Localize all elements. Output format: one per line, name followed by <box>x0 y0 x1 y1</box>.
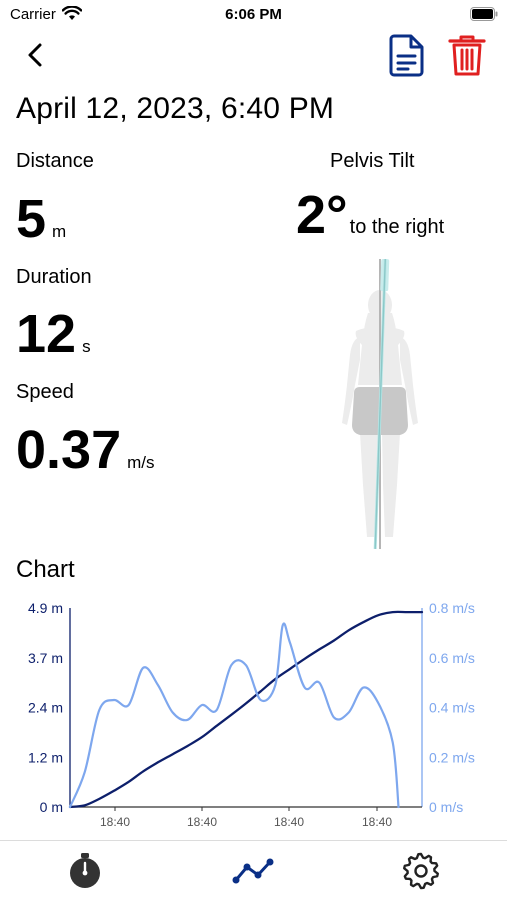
gear-icon <box>403 852 439 890</box>
right-tick-label: 0.8 m/s <box>429 600 475 616</box>
pelvis-tilt-degrees: 2° <box>296 185 348 245</box>
left-tick-label: 4.9 m <box>28 600 63 616</box>
distance-value: 5m <box>16 192 66 246</box>
distance-label: Distance <box>16 150 94 172</box>
pelvis-tilt-label: Pelvis Tilt <box>330 150 415 172</box>
status-bar: Carrier 6:06 PM <box>0 0 507 30</box>
tab-bar <box>0 840 507 900</box>
duration-unit: s <box>82 337 91 356</box>
stopwatch-icon <box>70 853 100 888</box>
right-tick-label: 0.4 m/s <box>429 700 475 716</box>
chevron-left-icon <box>28 43 42 67</box>
speed-label: Speed <box>16 381 74 403</box>
duration-label: Duration <box>16 266 92 288</box>
duration-number: 12 <box>16 304 77 364</box>
gear-hub <box>414 864 428 878</box>
distance-number: 5 <box>16 189 47 249</box>
page-title: April 12, 2023, 6:40 PM <box>16 92 335 125</box>
back-button[interactable] <box>18 38 54 72</box>
document-icon <box>389 34 424 77</box>
tab-settings[interactable] <box>399 851 443 891</box>
gear-outline <box>403 852 439 890</box>
left-tick-label: 0 m <box>40 799 63 815</box>
speed-series-line <box>68 622 400 809</box>
body-silhouette-figure <box>342 259 418 549</box>
chart-line-icon <box>232 858 274 884</box>
distance-unit: m <box>52 222 67 241</box>
x-tick-label: 18:40 <box>362 815 392 829</box>
delete-button[interactable] <box>446 32 488 78</box>
left-tick-label: 1.2 m <box>28 749 63 765</box>
x-tick-label: 18:40 <box>274 815 304 829</box>
distance-series-line <box>68 610 424 809</box>
left-tick-label: 3.7 m <box>28 650 63 666</box>
x-tick-label: 18:40 <box>187 815 217 829</box>
speed-number: 0.37 <box>16 420 122 480</box>
pelvis-tilt-direction: to the right <box>349 216 445 238</box>
tab-stopwatch[interactable] <box>63 851 107 891</box>
right-tick-label: 0.6 m/s <box>429 650 475 666</box>
right-tick-label: 0 m/s <box>429 799 463 815</box>
x-tick-label: 18:40 <box>100 815 130 829</box>
status-time: 6:06 PM <box>225 6 282 23</box>
tab-chart[interactable] <box>231 851 275 891</box>
pelvis-tilt-value: 2° to the right <box>296 188 444 242</box>
distance-speed-chart: 0 m 1.2 m 2.4 m 3.7 m 4.9 m 0 m/s 0.2 m/s 0.4 … <box>28 600 475 829</box>
report-button[interactable] <box>386 32 428 78</box>
left-tick-label: 2.4 m <box>28 700 63 716</box>
speed-value: 0.37 m/s <box>16 423 155 477</box>
duration-value: 12 s <box>16 307 91 361</box>
chart-section-title: Chart <box>16 556 75 583</box>
right-tick-label: 0.2 m/s <box>429 749 475 765</box>
battery-icon <box>470 7 498 21</box>
speed-unit: m/s <box>127 453 155 472</box>
trash-icon <box>448 35 486 76</box>
